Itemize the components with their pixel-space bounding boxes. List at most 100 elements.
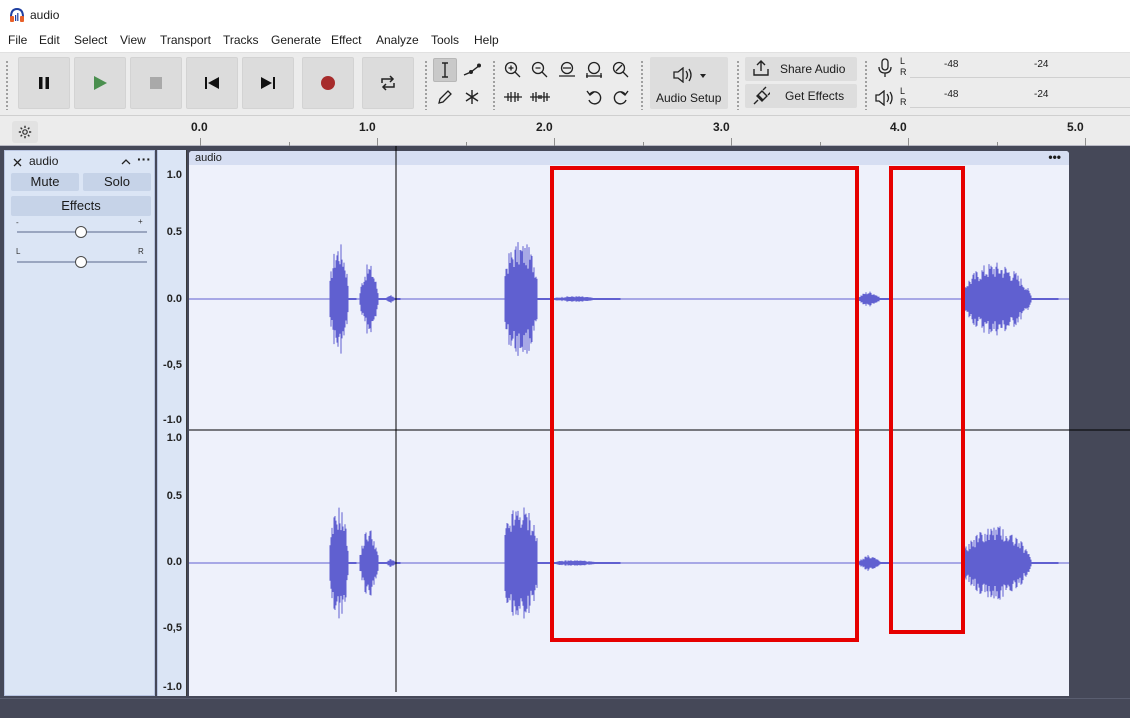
undo-icon <box>586 90 602 105</box>
edit-toolbar-grip[interactable] <box>492 60 496 110</box>
menu-analyze[interactable]: Analyze <box>376 33 419 47</box>
ruler-tick <box>377 138 378 146</box>
ruler-tick <box>1085 138 1086 146</box>
meter-right-label: R <box>900 97 907 107</box>
zoom-out-button[interactable] <box>528 58 552 82</box>
ruler-label: 2.0 <box>536 120 553 134</box>
play-icon <box>94 76 107 90</box>
record-button[interactable] <box>302 57 354 109</box>
loop-icon <box>381 75 395 91</box>
loop-button[interactable] <box>362 57 414 109</box>
ruler-label: 5.0 <box>1067 120 1084 134</box>
gear-icon <box>18 125 32 139</box>
zoom-out-icon <box>531 61 548 78</box>
share-audio-label: Share Audio <box>780 62 846 76</box>
audio-setup-label: Audio Setup <box>656 91 722 105</box>
ruler-tick <box>731 138 732 146</box>
playback-meter-scale <box>910 90 1130 108</box>
share-audio-button[interactable]: Share Audio <box>745 57 857 81</box>
record-meter[interactable]: L R -48 -24 <box>898 56 1130 82</box>
skip-to-start-button[interactable] <box>186 57 238 109</box>
menu-file[interactable]: File <box>8 33 27 47</box>
meter-tick: -24 <box>1034 59 1049 70</box>
menu-transport[interactable]: Transport <box>160 33 211 47</box>
get-effects-button[interactable]: Get Effects <box>745 84 857 108</box>
menu-help[interactable]: Help <box>474 33 499 47</box>
zoom-in-icon <box>504 61 521 78</box>
menu-tracks[interactable]: Tracks <box>223 33 259 47</box>
ruler-tick <box>554 138 555 146</box>
menu-select[interactable]: Select <box>74 33 107 47</box>
plug-icon <box>753 86 770 105</box>
record-icon <box>321 76 335 90</box>
meter-left-label: L <box>900 56 906 66</box>
share-toolbar-grip[interactable] <box>736 60 740 110</box>
trim-audio-button[interactable] <box>501 85 525 109</box>
record-meter-button[interactable] <box>873 56 897 80</box>
audio-setup-button[interactable]: Audio Setup <box>650 57 728 109</box>
multi-tool-button[interactable] <box>460 85 484 109</box>
pause-button[interactable] <box>18 57 70 109</box>
ruler-tick <box>908 138 909 146</box>
meter-toolbar-grip[interactable] <box>864 60 868 110</box>
timeline-ruler[interactable]: 0.0 1.0 2.0 3.0 4.0 5.0 <box>0 116 1130 146</box>
fit-project-button[interactable] <box>582 58 606 82</box>
play-button[interactable] <box>74 57 126 109</box>
ruler-label: 4.0 <box>890 120 907 134</box>
meter-right-label: R <box>900 67 907 77</box>
trim-icon <box>504 92 522 102</box>
upload-icon <box>753 60 769 76</box>
stop-icon <box>150 77 162 89</box>
menu-generate[interactable]: Generate <box>271 33 321 47</box>
ruler-label: 1.0 <box>359 120 376 134</box>
playback-meter-button[interactable] <box>873 86 897 110</box>
draw-tool-button[interactable] <box>433 85 457 109</box>
audio-setup-toolbar-grip[interactable] <box>640 60 644 110</box>
timeline-options-button[interactable] <box>12 121 38 143</box>
i-beam-icon <box>442 62 448 78</box>
playback-meter[interactable]: L R -48 -24 <box>898 86 1130 112</box>
zoom-toggle-button[interactable] <box>609 58 633 82</box>
stop-button[interactable] <box>130 57 182 109</box>
ruler-tick <box>200 138 201 146</box>
zoom-fit-icon <box>586 61 602 78</box>
menu-effect[interactable]: Effect <box>331 33 361 47</box>
transport-toolbar-grip[interactable] <box>5 60 9 110</box>
fit-selection-button[interactable] <box>555 58 579 82</box>
annotation-box <box>550 166 859 642</box>
redo-button[interactable] <box>609 85 633 109</box>
get-effects-label: Get Effects <box>785 89 845 103</box>
envelope-icon <box>463 63 481 76</box>
track-area: audio ··· Mute Solo Effects - + L R 1.0 … <box>0 146 1130 698</box>
skip-to-start-icon <box>205 77 219 89</box>
selection-tool-button[interactable] <box>433 58 457 82</box>
menu-bar: File Edit Select View Transport Tracks G… <box>0 30 1130 52</box>
toolbar: Audio Setup Share Audio Get Effects L R … <box>0 52 1130 116</box>
microphone-icon <box>878 58 892 77</box>
pause-icon <box>39 77 49 89</box>
zoom-toggle-icon <box>612 61 629 78</box>
menu-tools[interactable]: Tools <box>431 33 459 47</box>
meter-tick: -48 <box>944 59 959 70</box>
envelope-tool-button[interactable] <box>460 58 484 82</box>
menu-edit[interactable]: Edit <box>39 33 60 47</box>
silence-icon <box>530 92 550 102</box>
window-title: audio <box>30 8 60 22</box>
meter-tick: -24 <box>1034 89 1049 100</box>
title-bar: audio <box>0 0 1130 30</box>
playback-speaker-icon <box>875 90 893 106</box>
silence-audio-button[interactable] <box>528 85 552 109</box>
redo-icon <box>613 90 629 105</box>
chevron-down-icon <box>700 74 706 78</box>
zoom-in-button[interactable] <box>501 58 525 82</box>
ruler-label: 3.0 <box>713 120 730 134</box>
tools-toolbar-grip[interactable] <box>424 60 428 110</box>
waveform[interactable] <box>0 146 1130 698</box>
skip-to-end-button[interactable] <box>242 57 294 109</box>
menu-view[interactable]: View <box>120 33 146 47</box>
asterisk-icon <box>465 90 479 104</box>
audacity-logo-icon <box>10 7 24 22</box>
meter-left-label: L <box>900 86 906 96</box>
status-bar <box>0 698 1130 718</box>
undo-button[interactable] <box>582 85 606 109</box>
